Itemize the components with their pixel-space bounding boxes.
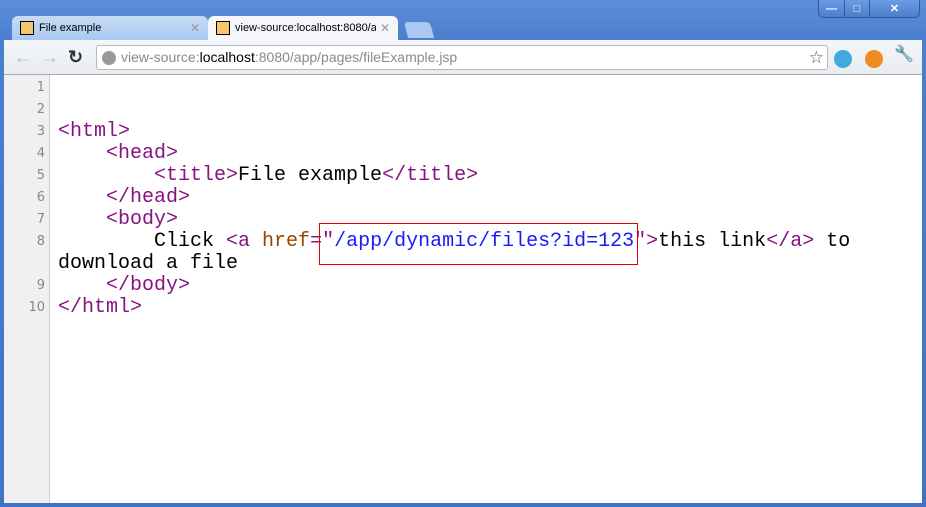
- line-code: [58, 77, 922, 99]
- html-tag: </head>: [106, 186, 191, 209]
- line-number: 7: [36, 212, 45, 227]
- line-number: 4: [36, 146, 45, 161]
- tab-title: File example: [39, 22, 102, 34]
- tab-file-example[interactable]: File example ✕: [12, 16, 208, 40]
- line-number: 8: [36, 234, 45, 249]
- url-host: localhost: [199, 49, 255, 65]
- line-number: 1: [36, 80, 45, 95]
- source-line: 9 </body>: [4, 275, 922, 297]
- extension-icon[interactable]: [865, 50, 883, 68]
- wrench-icon[interactable]: 🔧: [894, 46, 914, 64]
- source-line: 10 </html>: [4, 297, 922, 319]
- line-number: 2: [36, 102, 45, 117]
- line-code: [58, 99, 922, 121]
- html-tag: </a>: [766, 230, 815, 253]
- html-tag: <body>: [106, 208, 179, 231]
- line-number: 10: [28, 300, 45, 315]
- globe-icon: [102, 51, 116, 65]
- text-content: [58, 164, 154, 187]
- source-line: 5 <title>File example</title>: [4, 165, 922, 187]
- line-code: </head>: [58, 187, 922, 209]
- line-code: <title>File example</title>: [58, 165, 922, 187]
- line-code: <html>: [58, 121, 922, 143]
- html-tag: </body>: [106, 274, 191, 297]
- attribute-name: href: [262, 230, 311, 253]
- source-code: 1 2 3 <html> 4 <head> 5 <title>File example…: [4, 77, 922, 319]
- line-code: <head>: [58, 143, 922, 165]
- highlight-box: [319, 223, 638, 265]
- line-number: 5: [36, 168, 45, 183]
- source-line: 4 <head>: [4, 143, 922, 165]
- html-tag: </title>: [382, 164, 479, 187]
- line-code: </body>: [58, 275, 922, 297]
- text-content: Click: [58, 230, 227, 253]
- html-tag: </html>: [58, 296, 143, 319]
- tomcat-icon: [20, 21, 34, 35]
- back-button[interactable]: ←: [14, 48, 32, 66]
- url-path: :8080/app/pages/fileExample.jsp: [254, 49, 458, 65]
- skype-extension-icon[interactable]: [834, 50, 852, 68]
- reload-button[interactable]: ↻: [68, 48, 83, 66]
- bookmark-star-icon[interactable]: ☆: [809, 46, 824, 69]
- url-scheme: view-source:: [121, 49, 200, 65]
- text-content: [58, 274, 106, 297]
- text-content: [58, 208, 106, 231]
- html-tag: <title>: [154, 164, 239, 187]
- forward-button[interactable]: →: [41, 48, 59, 66]
- line-number: 6: [36, 190, 45, 205]
- html-tag: <a: [226, 230, 263, 253]
- text-content: this link: [658, 230, 767, 253]
- line-code: </html>: [58, 297, 922, 319]
- address-bar[interactable]: view-source:localhost:8080/app/pages/fil…: [96, 45, 828, 70]
- text-content: File example: [238, 164, 383, 187]
- tab-title: view-source:localhost:8080/app/pages/fil…: [235, 22, 376, 34]
- source-line: 3 <html>: [4, 121, 922, 143]
- maximize-button[interactable]: □: [844, 0, 869, 17]
- tomcat-icon: [216, 21, 230, 35]
- html-tag: <head>: [106, 142, 179, 165]
- window-controls: — □ ✕: [818, 0, 920, 18]
- source-line: 1: [4, 77, 922, 99]
- tab-view-source[interactable]: view-source:localhost:8080/app/pages/fil…: [208, 16, 398, 40]
- text-content: [58, 186, 106, 209]
- view-source-page: 1 2 3 <html> 4 <head> 5 <title>File example…: [4, 75, 922, 503]
- tab-close-icon[interactable]: ✕: [190, 21, 200, 35]
- minimize-button[interactable]: —: [819, 0, 844, 17]
- new-tab-button[interactable]: [403, 22, 435, 38]
- html-tag: <html>: [58, 120, 131, 143]
- source-line: 6 </head>: [4, 187, 922, 209]
- source-line: 2: [4, 99, 922, 121]
- close-button[interactable]: ✕: [869, 0, 919, 17]
- toolbar: ← → ↻ view-source:localhost:8080/app/pag…: [4, 40, 922, 75]
- tab-close-icon[interactable]: ✕: [380, 21, 390, 35]
- line-number: 3: [36, 124, 45, 139]
- text-content: [58, 142, 106, 165]
- line-number: 9: [36, 278, 45, 293]
